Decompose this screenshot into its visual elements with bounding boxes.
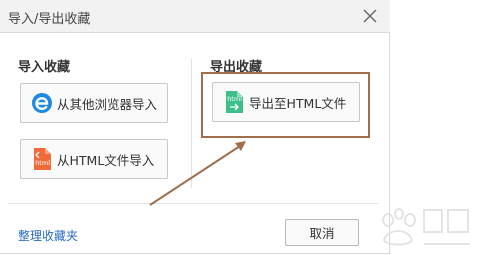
baidu-watermark bbox=[382, 208, 470, 246]
